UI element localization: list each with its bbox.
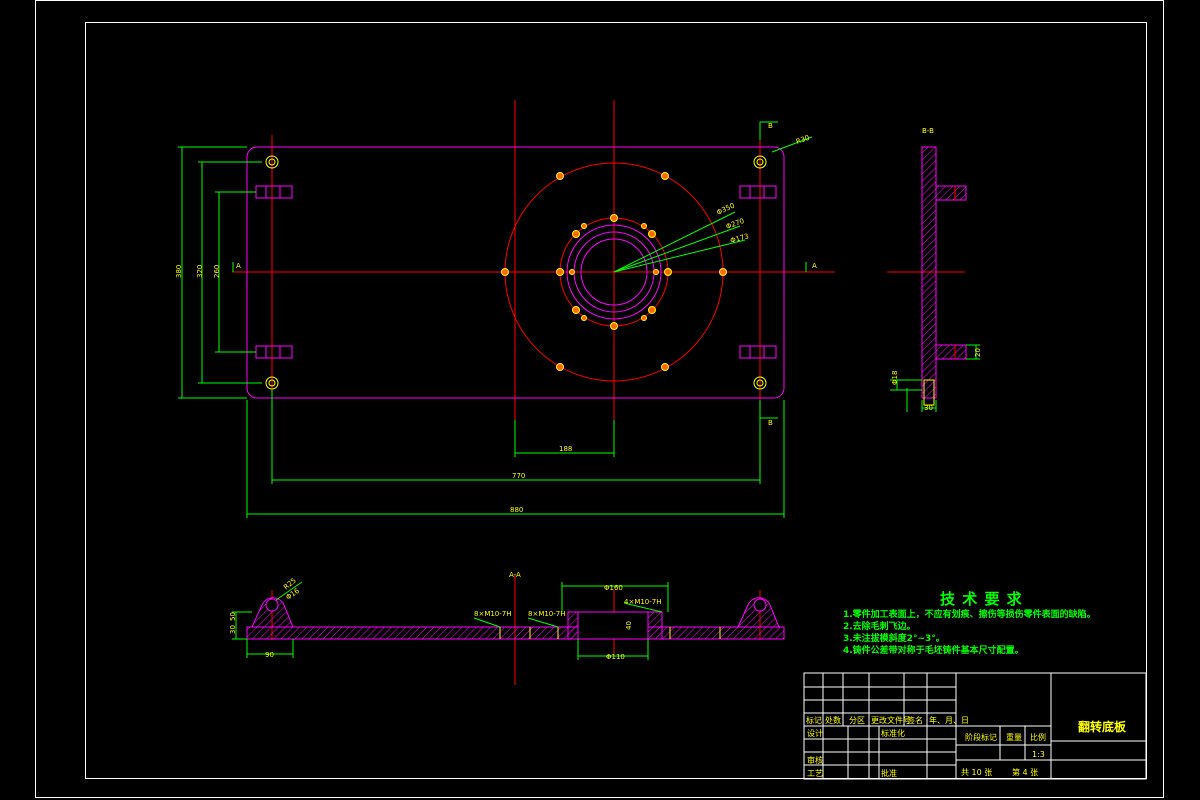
dim-width-overall: 880	[510, 506, 523, 514]
dim-bore-depth: 40	[625, 621, 633, 630]
tb-scale-value: 1:3	[1032, 750, 1045, 759]
dim-bottom-thk: 30	[229, 625, 237, 634]
tb-col-sign: 签名	[907, 716, 923, 725]
tb-sheet-no: 第 4 张	[1012, 768, 1039, 777]
dim-bottom-width: 90	[265, 651, 274, 659]
tech-requirements-title: 技 术 要 求	[940, 590, 1023, 608]
section-aa-view	[246, 575, 785, 685]
section-bb-view	[887, 146, 980, 412]
dim-pcd-outer: Φ350	[715, 202, 735, 217]
tb-designer: 设计	[807, 729, 823, 738]
dim-pcd-inner: Φ173	[729, 232, 749, 245]
dim-side-d: Φ18	[891, 371, 899, 385]
dim-height-inner: 320	[196, 265, 204, 278]
tb-process: 工艺	[807, 769, 823, 778]
label-cut-b-bottom: B	[768, 419, 773, 427]
tech-note: 3.未注拔模斜度2°~3°。	[843, 634, 945, 644]
tech-requirements-notes: 1.零件加工表面上，不应有划痕、擦伤等损伤零件表面的缺陷。 2.去除毛刺飞边。 …	[843, 609, 1096, 657]
dim-corner-radius: R30	[795, 134, 811, 146]
dim-offset-center: 188	[559, 445, 572, 453]
dim-height-overall: 380	[175, 265, 183, 278]
dim-width-holes: 770	[512, 472, 525, 480]
dim-side-h: 20	[974, 348, 982, 357]
drawing-name: 翻转底板	[1078, 720, 1127, 734]
cad-drawing: 880 770 188 380 320 260 R30 Φ350 Φ270 Φ1…	[175, 100, 1147, 780]
dimension-lines	[178, 121, 813, 518]
dim-side-w: 30	[924, 404, 933, 412]
tb-approve: 批准	[881, 769, 897, 778]
label-cut-b-top: B	[768, 122, 773, 130]
tb-sheets-total: 共 10 张	[961, 768, 993, 777]
label-cut-a-right: A	[812, 262, 817, 270]
label-cut-a-left: A	[236, 262, 241, 270]
tb-col-zone: 分区	[849, 716, 865, 725]
dim-bottom-h: 50	[229, 612, 237, 621]
dim-bore-bottom: Φ110	[606, 653, 625, 661]
dim-thread-left1: 8×M10-7H	[474, 610, 512, 618]
dim-thread-right: 4×M10-7H	[624, 598, 662, 606]
tb-weight: 重量	[1006, 733, 1022, 742]
dimension-texts: 880 770 188 380 320 260 R30 Φ350 Φ270 Φ1…	[175, 122, 817, 514]
dim-pcd-mid: Φ270	[725, 217, 745, 231]
tb-col-mark: 标记	[806, 716, 822, 725]
dim-bore-top: Φ160	[604, 584, 623, 592]
tech-note: 1.零件加工表面上，不应有划痕、擦伤等损伤零件表面的缺陷。	[843, 610, 1096, 620]
tb-scale-label: 比例	[1030, 733, 1046, 742]
tech-note: 2.去除毛刺飞边。	[843, 622, 916, 632]
tb-col-change-doc: 更改文件号	[871, 716, 911, 725]
tb-col-date: 年、月、日	[929, 716, 969, 725]
label-view-aa: A-A	[509, 571, 521, 579]
dim-thread-left2: 8×M10-7H	[528, 610, 566, 618]
tb-stage-mark: 阶段标记	[965, 733, 997, 742]
tech-note: 4.铸件公差带对称于毛坯铸件基本尺寸配置。	[843, 646, 1024, 656]
label-view-bb: B-B	[922, 127, 934, 135]
tb-col-count: 处数	[825, 716, 841, 725]
tb-standardize: 标准化	[881, 729, 905, 738]
plan-view	[232, 100, 835, 480]
dim-height-slots: 260	[213, 265, 221, 278]
tb-review: 审核	[807, 756, 823, 765]
